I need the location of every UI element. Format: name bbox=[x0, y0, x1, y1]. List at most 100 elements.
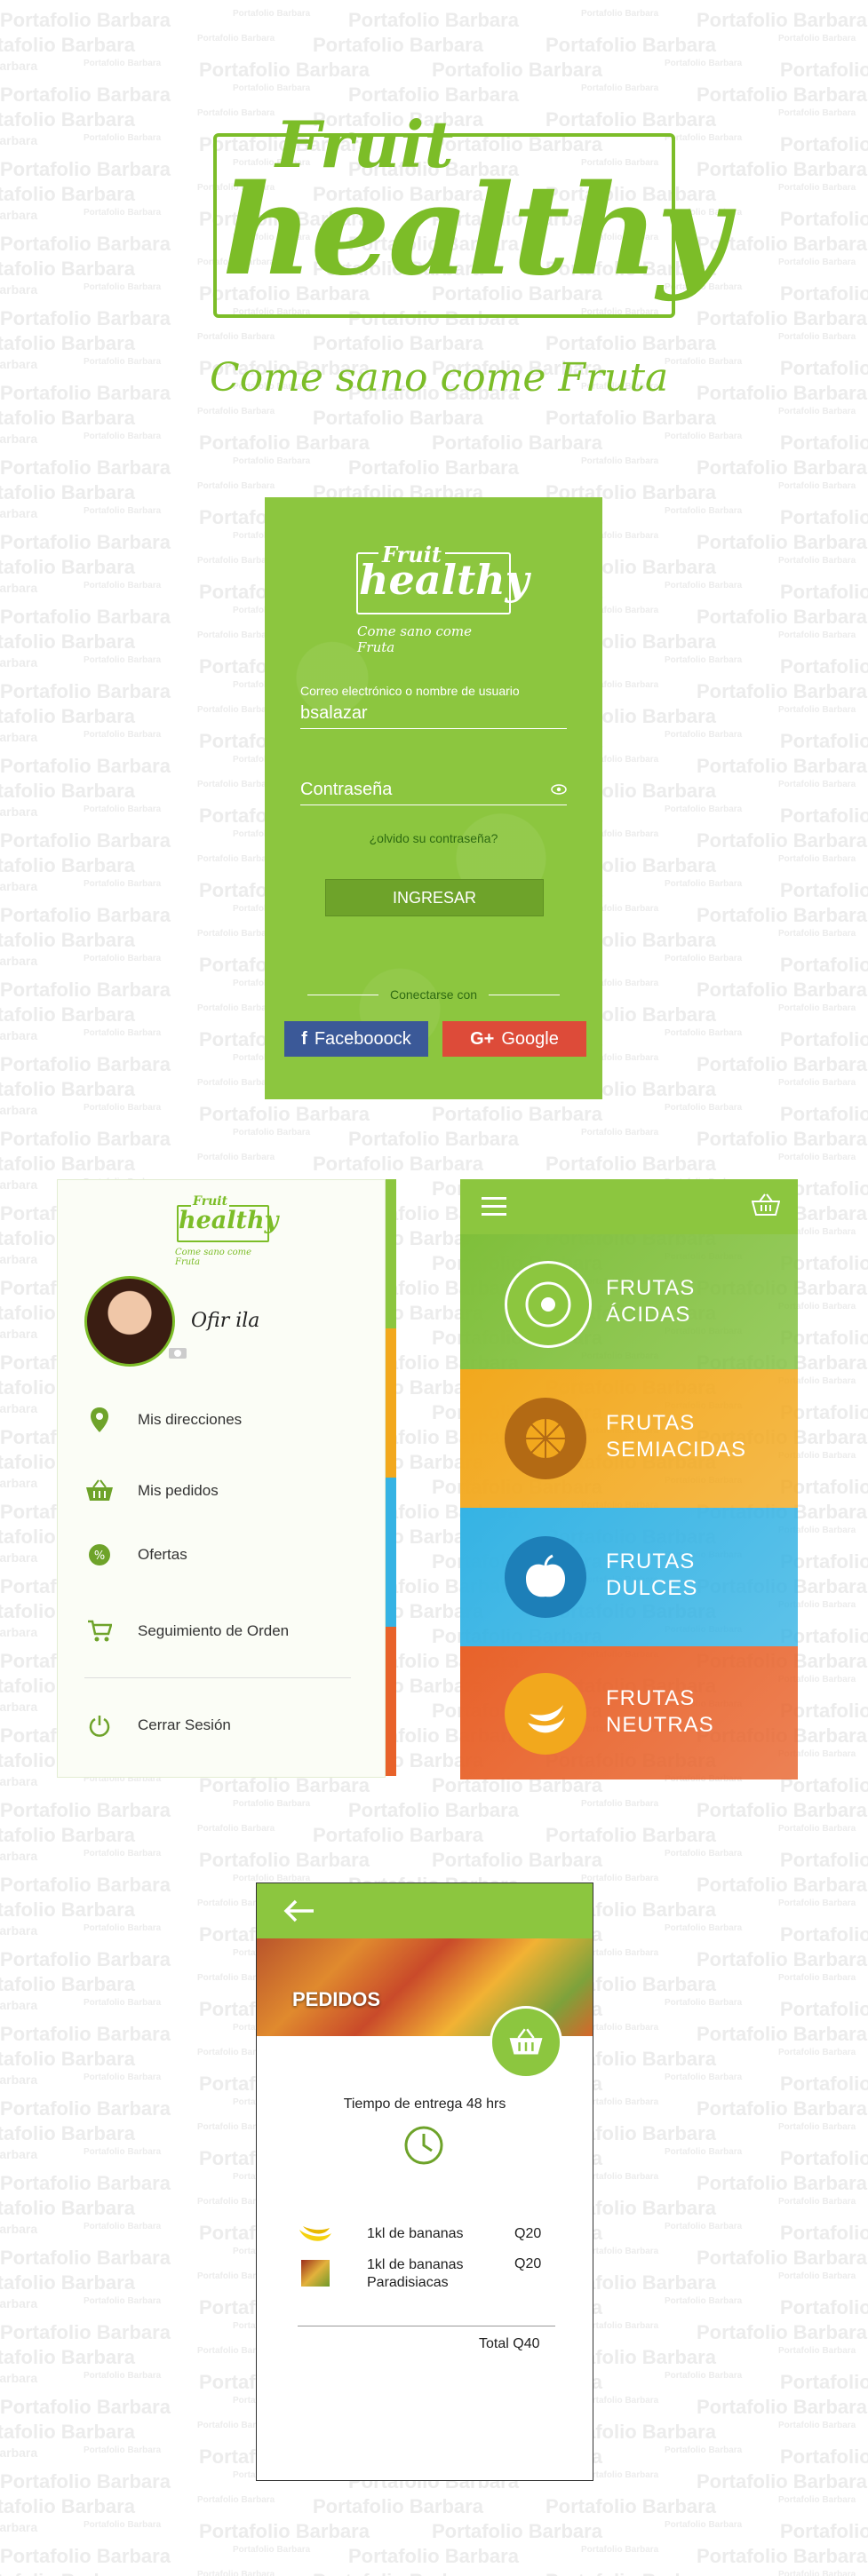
watermark-text: Portafolio Barbara bbox=[697, 2396, 867, 2418]
watermark-text: Portafolio Barbara bbox=[84, 282, 162, 292]
watermark-text: Portafolio Barbara bbox=[0, 1078, 135, 1100]
watermark-text: Portafolio Barbara bbox=[778, 780, 856, 789]
watermark-text: Portafolio Barbara bbox=[84, 2296, 162, 2306]
logo-tagline: Come sano come Fruta bbox=[175, 1248, 252, 1267]
watermark-text: Portafolio Barbara bbox=[0, 83, 171, 106]
watermark-text: Portafolio Barbara bbox=[197, 2570, 275, 2576]
watermark-text: Portafolio Barbara bbox=[0, 680, 171, 702]
watermark-text: Portafolio Barbara bbox=[84, 506, 162, 516]
watermark-text: Portafolio Barbara bbox=[780, 1103, 868, 1125]
watermark-text: Portafolio Barbara bbox=[0, 2073, 38, 2087]
watermark-text: Portafolio Barbara bbox=[0, 1998, 38, 2012]
watermark-text: Portafolio Barbara bbox=[84, 59, 162, 68]
watermark-text: Portafolio Barbara bbox=[0, 606, 171, 628]
watermark-text: Portafolio Barbara bbox=[233, 1799, 311, 1809]
watermark-text: Portafolio Barbara bbox=[581, 2545, 659, 2555]
watermark-text: Portafolio Barbara bbox=[0, 2172, 171, 2194]
watermark-text: Portafolio Barbara bbox=[84, 1998, 162, 2008]
watermark-text: Portafolio Barbara bbox=[665, 2371, 743, 2381]
menu-item-seguimiento[interactable]: Seguimiento de Orden bbox=[84, 1613, 289, 1649]
watermark-text: Portafolio Barbara bbox=[84, 357, 162, 367]
watermark-text: Portafolio Barbara bbox=[665, 1923, 743, 1933]
back-arrow-icon[interactable] bbox=[283, 1899, 315, 1927]
watermark-text: Portafolio Barbara bbox=[0, 357, 38, 371]
watermark-text: Portafolio Barbara bbox=[778, 1824, 856, 1834]
hamburger-menu-icon[interactable] bbox=[482, 1197, 506, 1221]
category-dulces[interactable]: FRUTAS DULCES bbox=[460, 1508, 798, 1646]
watermark-text: Portafolio Barbara bbox=[0, 183, 135, 205]
watermark-text: Portafolio Barbara bbox=[84, 2520, 162, 2530]
watermark-text: Portafolio Barbara bbox=[780, 432, 868, 454]
watermark-text: Portafolio Barbara bbox=[0, 1476, 38, 1490]
menu-item-ofertas[interactable]: % Ofertas bbox=[84, 1537, 187, 1573]
watermark-text: Portafolio Barbara bbox=[84, 1849, 162, 1859]
watermark-text: Portafolio Barbara bbox=[778, 1078, 856, 1088]
watermark-text: Portafolio Barbara bbox=[0, 282, 38, 297]
watermark-text: Portafolio Barbara bbox=[0, 2495, 135, 2517]
forgot-password-link[interactable]: ¿olvido su contraseña? bbox=[265, 831, 602, 845]
category-line1: FRUTAS bbox=[606, 1550, 696, 1573]
side-menu: Fruit healthy Come sano come Fruta Ofir … bbox=[57, 1179, 386, 1778]
menu-item-direcciones[interactable]: Mis direcciones bbox=[84, 1402, 242, 1438]
watermark-text: Portafolio Barbara bbox=[0, 1103, 38, 1117]
watermark-text: Portafolio Barbara bbox=[697, 9, 867, 31]
watermark-text: Portafolio Barbara bbox=[348, 2545, 519, 2567]
watermark-text: Portafolio Barbara bbox=[0, 2122, 135, 2144]
watermark-text: Portafolio Barbara bbox=[0, 208, 38, 222]
watermark-text: Portafolio Barbara bbox=[233, 1128, 311, 1137]
menu-item-label: Mis pedidos bbox=[138, 1482, 219, 1499]
menu-item-pedidos[interactable]: Mis pedidos bbox=[84, 1473, 219, 1509]
category-semiacidas[interactable]: FRUTAS SEMIACIDAS bbox=[460, 1369, 798, 1508]
watermark-text: Portafolio Barbara bbox=[313, 2495, 483, 2517]
watermark-text: Portafolio Barbara bbox=[197, 556, 275, 566]
watermark-text: Portafolio Barbara bbox=[0, 1799, 171, 1821]
watermark-text: Portafolio Barbara bbox=[84, 2147, 162, 2157]
watermark-text: Portafolio Barbara bbox=[545, 1153, 716, 1175]
watermark-text: Portafolio Barbara bbox=[581, 1128, 659, 1137]
camera-icon[interactable] bbox=[168, 1345, 187, 1364]
watermark-text: Portafolio Barbara bbox=[0, 2396, 171, 2418]
category-acidas[interactable]: FRUTAS ÁCIDAS bbox=[460, 1234, 798, 1369]
watermark-text: Portafolio Barbara bbox=[0, 1327, 38, 1341]
watermark-text: Portafolio Barbara bbox=[665, 730, 743, 740]
watermark-text: Portafolio Barbara bbox=[0, 307, 171, 329]
watermark-text: Portafolio Barbara bbox=[697, 83, 867, 106]
watermark-text: Portafolio Barbara bbox=[665, 805, 743, 814]
basket-icon[interactable] bbox=[490, 2006, 562, 2079]
menu-item-cerrar-sesion[interactable]: Cerrar Sesión bbox=[84, 1708, 231, 1743]
hero-logo: Fruit healthy Come sano come Fruta bbox=[187, 107, 729, 408]
watermark-text: Portafolio Barbara bbox=[697, 382, 867, 404]
category-line2: SEMIACIDAS bbox=[606, 1438, 747, 1462]
watermark-text: Portafolio Barbara bbox=[778, 1973, 856, 1983]
watermark-text: Portafolio Barbara bbox=[432, 2520, 602, 2542]
google-plus-icon: G+ bbox=[470, 1029, 495, 1049]
watermark-text: Portafolio Barbara bbox=[778, 1153, 856, 1162]
category-neutras[interactable]: FRUTAS NEUTRAS bbox=[460, 1646, 798, 1779]
watermark-text: Portafolio Barbara bbox=[780, 805, 868, 827]
watermark-text: Portafolio Barbara bbox=[0, 2048, 135, 2070]
watermark-text: Portafolio Barbara bbox=[581, 1799, 659, 1809]
watermark-text: Portafolio Barbara bbox=[197, 2495, 275, 2505]
username-label: Correo electrónico o nombre de usuario bbox=[300, 684, 520, 698]
watermark-text: Portafolio Barbara bbox=[697, 2172, 867, 2194]
login-button[interactable]: INGRESAR bbox=[325, 879, 544, 916]
watermark-text: Portafolio Barbara bbox=[778, 2122, 856, 2132]
google-button[interactable]: G+ Google bbox=[442, 1021, 586, 1057]
watermark-text: Portafolio Barbara bbox=[0, 506, 38, 520]
watermark-text: Portafolio Barbara bbox=[778, 2421, 856, 2430]
basket-icon[interactable] bbox=[751, 1193, 781, 1221]
order-item-name: 1kl de bananas Paradisiacas bbox=[367, 2257, 464, 2290]
watermark-text: Portafolio Barbara bbox=[197, 1078, 275, 1088]
watermark-text: Portafolio Barbara bbox=[697, 1128, 867, 1150]
eye-icon[interactable] bbox=[551, 783, 567, 799]
facebook-button[interactable]: f Facebooock bbox=[284, 1021, 428, 1057]
avatar[interactable] bbox=[84, 1276, 175, 1367]
username-field[interactable]: bsalazar bbox=[300, 703, 368, 724]
banana-icon bbox=[298, 2221, 333, 2252]
password-field[interactable]: Contraseña bbox=[300, 780, 392, 800]
watermark-text: Portafolio Barbara bbox=[697, 307, 867, 329]
watermark-text: Portafolio Barbara bbox=[665, 954, 743, 963]
watermark-text: Portafolio Barbara bbox=[0, 2197, 135, 2219]
menu-item-label: Ofertas bbox=[138, 1546, 187, 1563]
google-label: Google bbox=[501, 1029, 559, 1049]
